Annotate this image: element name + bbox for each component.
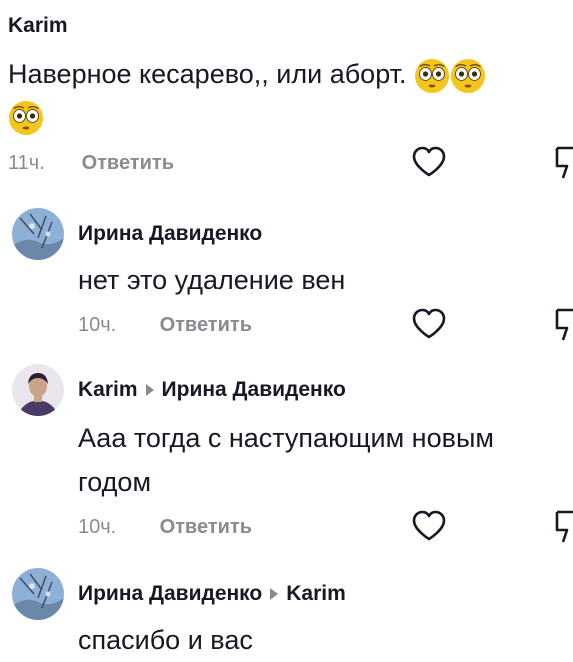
reply-to-author[interactable]: Karim: [286, 582, 346, 605]
avatar[interactable]: [12, 208, 64, 260]
avatar-image: [12, 568, 64, 620]
thumbs-down-icon[interactable]: [553, 508, 573, 544]
flushed-face-emoji: [8, 100, 44, 136]
comment-text-body: Наверное кесарево,, или аборт.: [8, 59, 407, 89]
comment-meta: 11ч. Ответить: [8, 152, 174, 175]
reply-button[interactable]: Ответить: [160, 516, 252, 538]
avatar-image: [12, 364, 64, 416]
flushed-face-emoji: [414, 58, 450, 94]
comment-meta: 10ч. Ответить: [78, 314, 252, 337]
heart-outline-icon[interactable]: [411, 308, 447, 340]
comment-text: нет это удаление вен: [78, 265, 346, 295]
comment-author-line: Ирина Давиденко Karim: [78, 582, 346, 606]
comment-timestamp: 10ч.: [78, 516, 117, 538]
comment-text: Ааа тогда с наступающим новым годом: [78, 416, 568, 504]
caret-right-icon: [145, 384, 154, 397]
heart-outline-icon[interactable]: [411, 146, 447, 178]
reply-to-author[interactable]: Ирина Давиденко: [162, 378, 346, 401]
flushed-face-emoji: [450, 58, 486, 94]
heart-outline-icon[interactable]: [411, 510, 447, 542]
comment-author[interactable]: Ирина Давиденко: [78, 222, 262, 246]
reply-button[interactable]: Ответить: [160, 314, 252, 336]
comment-text-line: Ааа тогда с наступающим новым: [78, 423, 494, 453]
comment-author-line: Karim Ирина Давиденко: [78, 378, 346, 402]
comment-text: спасибо и вас: [78, 625, 253, 655]
thumbs-down-icon[interactable]: [553, 306, 573, 342]
reply-button[interactable]: Ответить: [82, 152, 174, 174]
comment-author[interactable]: Karim: [8, 14, 68, 38]
comment-author[interactable]: Karim: [78, 378, 138, 401]
thumbs-down-icon[interactable]: [553, 144, 573, 180]
comment-timestamp: 10ч.: [78, 314, 117, 336]
avatar[interactable]: [12, 364, 64, 416]
comment-timestamp: 11ч.: [8, 152, 45, 174]
avatar-image: [12, 208, 64, 260]
comment-text-line: годом: [78, 467, 152, 497]
caret-right-icon: [270, 588, 279, 601]
comment-text: Наверное кесарево,, или аборт.: [8, 52, 568, 96]
comment-meta: 10ч. Ответить: [78, 516, 252, 539]
comment-author[interactable]: Ирина Давиденко: [78, 582, 262, 605]
avatar[interactable]: [12, 568, 64, 620]
